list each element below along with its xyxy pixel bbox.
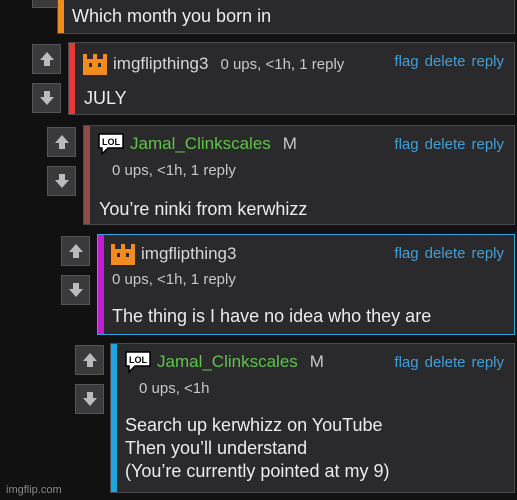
username-link[interactable]: Jamal_Clinkscales [130, 134, 271, 154]
comment-text-line-1: Search up kerwhizz on YouTube [125, 415, 383, 435]
upvote-button[interactable] [61, 236, 90, 266]
lol-speech-bubble-icon[interactable]: LOL [124, 350, 152, 374]
username-link[interactable]: imgflipthing3 [141, 244, 236, 264]
comment-text-line-2: Then you’ll understand [125, 438, 308, 458]
comment-text: JULY [84, 88, 127, 108]
delete-link[interactable]: delete [425, 53, 466, 70]
comment-card-1: imgflipthing3 0 ups, <1h, 1 reply flag de… [68, 42, 515, 115]
arrow-down-icon [82, 392, 97, 406]
comment-text: Which month you born in [72, 6, 272, 26]
user-badge: M [282, 134, 297, 153]
comment-actions: flag delete reply [388, 53, 504, 70]
upvote-button[interactable] [47, 127, 76, 157]
arrow-up-icon [68, 244, 83, 258]
reply-link[interactable]: reply [471, 53, 504, 70]
downvote-button[interactable] [75, 384, 104, 414]
delete-link[interactable]: delete [425, 245, 466, 262]
flag-link[interactable]: flag [394, 245, 418, 262]
orange-castle-avatar-icon[interactable] [110, 241, 136, 267]
comment-meta: 0 ups, <1h, 1 reply [112, 271, 236, 288]
arrow-up-icon [54, 135, 69, 149]
upvote-button[interactable] [32, 44, 61, 74]
comment-card-3: imgflipthing3 flag delete reply 0 ups, <1h… [97, 234, 515, 335]
delete-link[interactable]: delete [425, 354, 466, 371]
orange-castle-avatar-icon[interactable] [82, 51, 108, 77]
comment-card-4: LOL Jamal_Clinkscales M flag delete reply … [110, 343, 515, 493]
comment-actions: flag delete reply [388, 245, 504, 262]
thread-bar [98, 235, 104, 334]
svg-text:LOL: LOL [102, 137, 120, 147]
comment-meta: 0 ups, <1h, 1 reply [112, 162, 236, 179]
thread-bar [111, 344, 117, 492]
comment-text-line-3: (You’re currently pointed at my 9) [125, 461, 390, 481]
comment-card-0: Which month you born in [57, 0, 515, 34]
comment-meta: 0 ups, <1h [139, 380, 210, 397]
comment-actions: flag delete reply [388, 354, 504, 371]
svg-text:LOL: LOL [129, 355, 147, 365]
comment-meta: 0 ups, <1h, 1 reply [220, 55, 345, 73]
reply-link[interactable]: reply [471, 245, 504, 262]
lol-speech-bubble-icon[interactable]: LOL [97, 132, 125, 156]
downvote-button[interactable] [61, 275, 90, 305]
thread-bar [84, 126, 90, 224]
arrow-down-icon [54, 174, 69, 188]
user-badge: M [309, 352, 324, 371]
imgflip-watermark: imgflip.com [6, 484, 62, 496]
delete-link[interactable]: delete [425, 136, 466, 153]
comment-text: You’re ninki from kerwhizz [99, 199, 308, 219]
arrow-down-icon [39, 91, 54, 105]
thread-bar [58, 0, 64, 33]
username-link[interactable]: Jamal_Clinkscales [157, 352, 298, 372]
flag-link[interactable]: flag [394, 354, 418, 371]
comment-text: The thing is I have no idea who they are [112, 306, 432, 326]
reply-link[interactable]: reply [471, 354, 504, 371]
username-link[interactable]: imgflipthing3 [113, 54, 208, 74]
arrow-down-icon [68, 283, 83, 297]
downvote-button[interactable] [47, 166, 76, 196]
arrow-up-icon [82, 353, 97, 367]
comment-actions: flag delete reply [388, 136, 504, 153]
flag-link[interactable]: flag [394, 53, 418, 70]
flag-link[interactable]: flag [394, 136, 418, 153]
reply-link[interactable]: reply [471, 136, 504, 153]
downvote-button[interactable] [32, 83, 61, 113]
comment-card-2: LOL Jamal_Clinkscales M flag delete reply … [83, 125, 515, 225]
arrow-up-icon [39, 52, 54, 66]
upvote-button[interactable] [75, 345, 104, 375]
thread-bar [69, 43, 75, 114]
